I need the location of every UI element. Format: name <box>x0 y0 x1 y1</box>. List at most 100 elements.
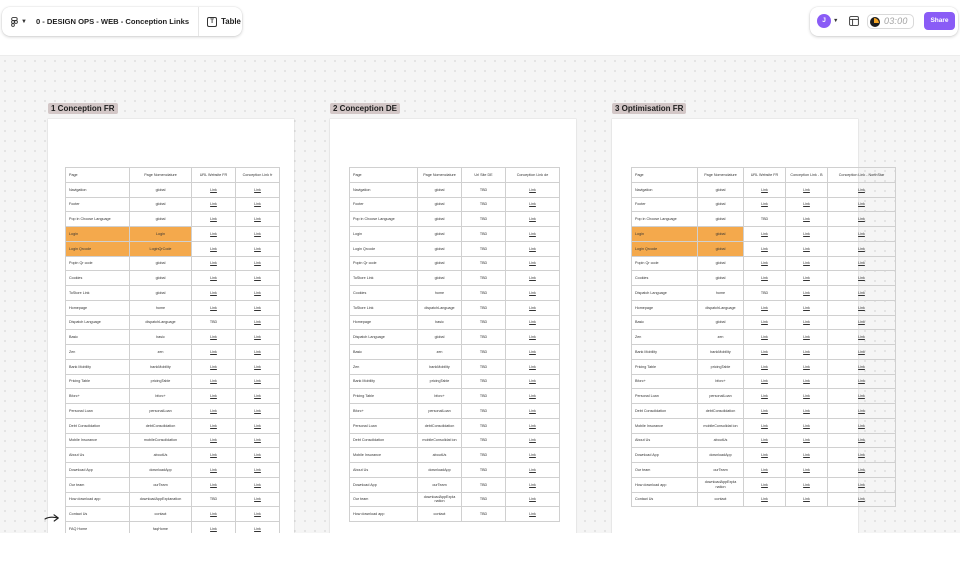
table-cell-link[interactable]: Link <box>192 477 236 493</box>
main-menu-button[interactable]: ▼ <box>2 7 27 36</box>
file-title[interactable]: 0 - DESIGN OPS - WEB - Conception Links <box>36 17 189 26</box>
table-cell-link[interactable]: Link <box>236 477 280 493</box>
table-cell-link[interactable]: Link <box>192 359 236 375</box>
table-cell-link[interactable]: Link <box>744 256 786 272</box>
table-cell-link[interactable]: Link <box>744 389 786 404</box>
table-cell-link[interactable]: Link <box>744 433 786 449</box>
table-cell-link[interactable]: Link <box>236 241 280 257</box>
frame-label-3[interactable]: 3 Optimisation FR <box>612 103 687 114</box>
frame-label-1[interactable]: 1 Conception FR <box>48 103 118 114</box>
table-view-button[interactable]: T Table <box>207 16 241 27</box>
table-cell-link[interactable]: Link <box>236 330 280 345</box>
table-cell-link[interactable]: Link <box>506 359 560 375</box>
table-cell-link[interactable]: Link <box>192 507 236 522</box>
table-cell-link[interactable]: Link <box>786 300 828 316</box>
table-cell-link[interactable]: Link <box>786 345 828 360</box>
table-cell-link[interactable]: Link <box>828 227 896 242</box>
table-cell-link[interactable]: Link <box>828 492 896 508</box>
table-cell-link[interactable]: Link <box>506 212 560 227</box>
frame-conception-fr[interactable]: Page Page Nomenclature URL Website FR Conce… <box>48 119 294 533</box>
table-cell-link[interactable]: Link <box>192 182 236 198</box>
table-cell-link[interactable]: Link <box>192 522 236 533</box>
table-cell-link[interactable]: Link <box>744 359 786 375</box>
table-cell-link[interactable]: Link <box>744 477 786 493</box>
table-cell-link[interactable]: Link <box>506 182 560 198</box>
table-cell-link[interactable]: Link <box>192 433 236 449</box>
table-cell-link[interactable]: Link <box>506 492 560 508</box>
table-cell-link[interactable]: Link <box>744 182 786 198</box>
table-cell-link[interactable]: Link <box>192 404 236 419</box>
table-cell-link[interactable]: Link <box>236 182 280 198</box>
table-cell-link[interactable]: Link <box>828 271 896 286</box>
table-cell-link[interactable]: Link <box>744 330 786 345</box>
table-cell-link[interactable]: Link <box>236 463 280 478</box>
table-cell-link[interactable]: Link <box>236 507 280 522</box>
table-cell-link[interactable]: Link <box>828 404 896 419</box>
table-cell-link[interactable]: Link <box>236 433 280 449</box>
table-cell-link[interactable]: Link <box>506 241 560 257</box>
table-cell-link[interactable]: Link <box>236 448 280 463</box>
table-cell-link[interactable]: Link <box>786 477 828 493</box>
table-cell-link[interactable]: Link <box>192 271 236 286</box>
table-cell-link[interactable]: Link <box>506 271 560 286</box>
table-cell-link[interactable]: Link <box>192 227 236 242</box>
table-cell-link[interactable]: Link <box>506 197 560 213</box>
table-cell-link[interactable]: Link <box>786 433 828 449</box>
table-cell-link[interactable]: Link <box>786 404 828 419</box>
table-cell-link[interactable]: Link <box>828 330 896 345</box>
table-cell-link[interactable]: Link <box>828 345 896 360</box>
table-cell-link[interactable]: Link <box>786 227 828 242</box>
table-cell-link[interactable]: Link <box>236 374 280 390</box>
table-cell-link[interactable]: Link <box>192 389 236 404</box>
table-cell-link[interactable]: Link <box>744 315 786 331</box>
layout-panel-icon[interactable] <box>849 16 859 26</box>
table-cell-link[interactable]: Link <box>744 448 786 463</box>
table-cell-link[interactable]: Link <box>828 359 896 375</box>
table-cell-link[interactable]: Link <box>828 477 896 493</box>
table-cell-link[interactable]: Link <box>786 359 828 375</box>
table-cell-link[interactable]: Link <box>506 389 560 404</box>
share-button[interactable]: Share <box>924 12 955 30</box>
table-cell-link[interactable]: Link <box>192 463 236 478</box>
table-cell-link[interactable]: Link <box>506 463 560 478</box>
canvas[interactable]: 1 Conception FR Page Page Nomenclature URL… <box>0 55 960 533</box>
table-cell-link[interactable]: Link <box>786 241 828 257</box>
table-cell-link[interactable]: Link <box>744 374 786 390</box>
table-cell-link[interactable]: Link <box>506 300 560 316</box>
table-cell-link[interactable]: Link <box>236 522 280 533</box>
table-cell-link[interactable]: Link <box>236 315 280 331</box>
table-cell-link[interactable]: Link <box>506 345 560 360</box>
table-cell-link[interactable]: Link <box>192 418 236 434</box>
table-cell-link[interactable]: Link <box>192 286 236 301</box>
table-cell-link[interactable]: Link <box>506 404 560 419</box>
avatar[interactable]: J <box>817 14 831 28</box>
table-cell-link[interactable]: Link <box>786 286 828 301</box>
table-cell-link[interactable]: Link <box>506 433 560 449</box>
table-cell-link[interactable]: Link <box>236 492 280 508</box>
table-cell-link[interactable]: Link <box>192 300 236 316</box>
table-cell-link[interactable]: Link <box>786 271 828 286</box>
table-cell-link[interactable]: Link <box>786 256 828 272</box>
table-cell-link[interactable]: Link <box>744 418 786 434</box>
table-cell-link[interactable]: Link <box>236 256 280 272</box>
table-cell-link[interactable]: Link <box>236 300 280 316</box>
table-cell-link[interactable]: Link <box>236 286 280 301</box>
table-cell-link[interactable]: Link <box>236 418 280 434</box>
table-cell-link[interactable]: Link <box>744 463 786 478</box>
table-cell-link[interactable]: Link <box>786 389 828 404</box>
table-cell-link[interactable]: Link <box>828 463 896 478</box>
timer-widget[interactable]: 03:00 <box>867 14 914 29</box>
table-cell-link[interactable]: Link <box>192 330 236 345</box>
table-cell-link[interactable]: Link <box>236 404 280 419</box>
table-cell-link[interactable]: Link <box>786 463 828 478</box>
table-cell-link[interactable]: Link <box>828 448 896 463</box>
table-cell-link[interactable]: Link <box>192 197 236 213</box>
frame-optimisation-fr[interactable]: Page Page Nomenclature URL Website FR Conce… <box>612 119 896 533</box>
table-cell-link[interactable]: Link <box>828 212 896 227</box>
table-cell-link[interactable]: Link <box>744 492 786 508</box>
table-cell-link[interactable]: Link <box>506 315 560 331</box>
table-cell-link[interactable]: Link <box>236 212 280 227</box>
table-cell-link[interactable]: Link <box>506 256 560 272</box>
table-cell-link[interactable]: Link <box>828 197 896 213</box>
table-cell-link[interactable]: Link <box>506 286 560 301</box>
